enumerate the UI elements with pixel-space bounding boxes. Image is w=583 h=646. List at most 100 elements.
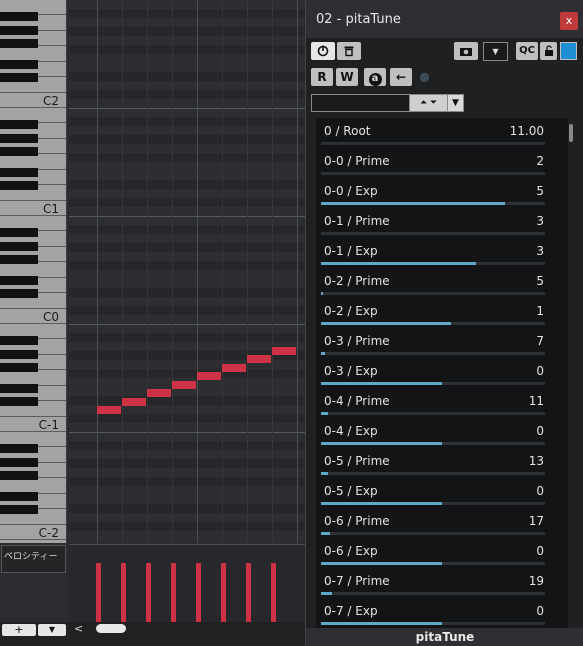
black-key[interactable] [0, 491, 38, 501]
parameter-slider[interactable] [321, 622, 545, 625]
parameter-slider[interactable] [321, 292, 545, 295]
black-key[interactable] [0, 228, 38, 238]
parameter-row[interactable]: 0-6 / Exp 0 [316, 538, 568, 568]
write-automation-button[interactable]: W [336, 68, 358, 86]
parameter-row[interactable]: 0-0 / Exp 5 [316, 178, 568, 208]
horizontal-scrollbar-thumb[interactable] [96, 624, 126, 633]
read-automation-button[interactable]: R [311, 68, 333, 86]
velocity-bar[interactable] [96, 563, 101, 623]
black-key[interactable] [0, 181, 38, 191]
midi-note[interactable] [147, 389, 171, 397]
parameter-slider[interactable] [321, 472, 545, 475]
black-key[interactable] [0, 38, 38, 48]
black-key[interactable] [0, 457, 38, 467]
midi-note[interactable] [172, 380, 196, 389]
velocity-bar[interactable] [121, 563, 126, 623]
parameter-row[interactable]: 0-5 / Prime 13 [316, 448, 568, 478]
bypass-button[interactable] [337, 42, 361, 60]
power-button[interactable] [311, 42, 335, 60]
piano-keyboard[interactable]: C2 C1 C0 C-1 C-2 [0, 0, 67, 543]
parameter-slider[interactable] [321, 382, 545, 385]
black-key[interactable] [0, 397, 38, 407]
velocity-lane[interactable] [69, 544, 305, 623]
parameter-row[interactable]: 0-0 / Prime 2 [316, 148, 568, 178]
step-down-icon[interactable]: ⏷ [430, 98, 437, 108]
parameter-slider[interactable] [321, 352, 545, 355]
parameter-slider[interactable] [321, 232, 545, 235]
parameter-row[interactable]: 0-2 / Prime 5 [316, 268, 568, 298]
parameter-row[interactable]: 0-4 / Exp 0 [316, 418, 568, 448]
parameter-slider[interactable] [321, 322, 545, 325]
preset-dropdown[interactable]: ▼ [483, 42, 508, 61]
black-key[interactable] [0, 349, 38, 359]
black-key[interactable] [0, 133, 38, 143]
black-key[interactable] [0, 289, 38, 299]
quick-controls-button[interactable]: QC [516, 42, 538, 60]
velocity-bar[interactable] [271, 563, 276, 623]
snapshot-button[interactable] [454, 42, 478, 60]
black-key[interactable] [0, 362, 38, 372]
color-swatch[interactable] [560, 42, 577, 60]
black-key[interactable] [0, 444, 38, 454]
velocity-bar[interactable] [171, 563, 176, 623]
parameter-slider[interactable] [321, 172, 545, 175]
parameter-row[interactable]: 0-3 / Prime 7 [316, 328, 568, 358]
black-key[interactable] [0, 470, 38, 480]
parameter-row[interactable]: 0-1 / Exp 3 [316, 238, 568, 268]
black-key[interactable] [0, 383, 38, 393]
parameter-row[interactable]: 0-4 / Prime 11 [316, 388, 568, 418]
velocity-bar[interactable] [246, 563, 251, 623]
midi-note[interactable] [122, 397, 146, 406]
parameter-slider[interactable] [321, 502, 545, 505]
black-key[interactable] [0, 254, 38, 264]
parameter-row[interactable]: 0-7 / Exp 0 [316, 598, 568, 628]
midi-note[interactable] [272, 346, 296, 355]
velocity-label[interactable]: ベロシティー [1, 545, 66, 573]
black-key[interactable] [0, 505, 38, 515]
back-arrow-button[interactable]: ← [390, 68, 412, 86]
black-key[interactable] [0, 167, 38, 177]
black-key[interactable] [0, 73, 38, 83]
parameter-dropdown-button[interactable]: ▼ [447, 94, 464, 112]
auto-button[interactable]: a [364, 68, 386, 86]
parameter-slider[interactable] [321, 412, 545, 415]
parameter-slider[interactable] [321, 442, 545, 445]
midi-note[interactable] [247, 355, 271, 363]
plugin-title-bar[interactable]: 02 - pitaTune x [306, 0, 583, 38]
parameter-slider[interactable] [321, 562, 545, 565]
parameter-slider[interactable] [321, 532, 545, 535]
parameter-row[interactable]: 0-7 / Prime 19 [316, 568, 568, 598]
black-key[interactable] [0, 146, 38, 156]
parameter-slider[interactable] [321, 142, 545, 145]
parameter-row[interactable]: 0-2 / Exp 1 [316, 298, 568, 328]
midi-note[interactable] [197, 372, 221, 380]
black-key[interactable] [0, 12, 38, 22]
step-up-icon[interactable]: ⏶ [420, 98, 427, 108]
close-button[interactable]: x [560, 12, 578, 30]
parameter-stepper[interactable]: ⏶ ⏷ [409, 94, 448, 112]
parameter-slider[interactable] [321, 202, 545, 205]
lock-button[interactable] [540, 42, 557, 60]
parameter-slider[interactable] [321, 262, 545, 265]
velocity-bar[interactable] [221, 563, 226, 623]
parameter-row[interactable]: 0-3 / Exp 0 [316, 358, 568, 388]
lane-menu-button[interactable]: ▼ [38, 624, 66, 636]
parameter-row[interactable]: 0 / Root 11.00 [316, 118, 568, 148]
parameter-select-field[interactable] [311, 94, 411, 112]
black-key[interactable] [0, 59, 38, 69]
black-key[interactable] [0, 25, 38, 35]
midi-note[interactable] [222, 363, 246, 372]
velocity-bar[interactable] [196, 563, 201, 623]
parameter-row[interactable]: 0-6 / Prime 17 [316, 508, 568, 538]
black-key[interactable] [0, 241, 38, 251]
white-key[interactable] [0, 540, 66, 543]
parameter-row[interactable]: 0-1 / Prime 3 [316, 208, 568, 238]
midi-note[interactable] [97, 406, 121, 414]
black-key[interactable] [0, 120, 38, 130]
black-key[interactable] [0, 336, 38, 346]
velocity-bar[interactable] [146, 563, 151, 623]
parameter-slider[interactable] [321, 592, 545, 595]
add-lane-button[interactable]: + [2, 624, 36, 636]
scroll-left-icon[interactable]: < [74, 622, 83, 635]
note-grid[interactable] [69, 0, 305, 543]
